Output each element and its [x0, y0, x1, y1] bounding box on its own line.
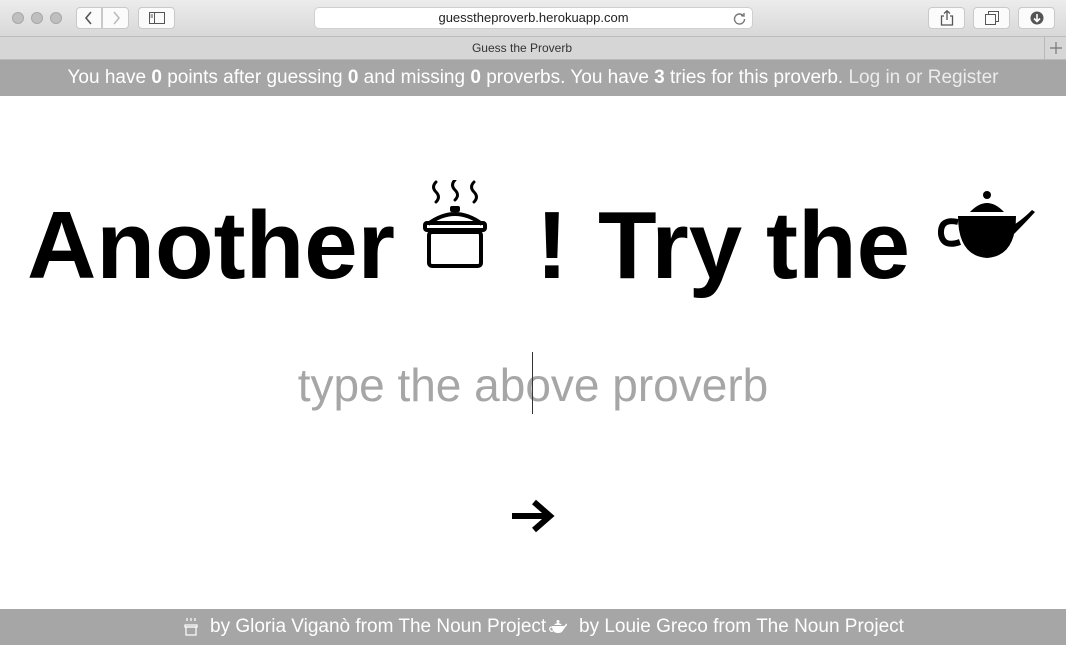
points-count: 0 [151, 67, 162, 88]
rebus-word: Try [598, 192, 743, 299]
tabs-overview-button[interactable] [973, 7, 1010, 29]
rebus-word: ! [536, 192, 568, 299]
or-text: or [905, 67, 923, 88]
teapot-icon [549, 620, 567, 633]
tab-bar: Guess the Proverb [0, 37, 1066, 60]
close-window-button[interactable] [12, 12, 24, 24]
url-text: guesstheproverb.herokuapp.com [438, 10, 629, 25]
minimize-window-button[interactable] [31, 12, 43, 24]
address-bar[interactable]: guesstheproverb.herokuapp.com [314, 7, 753, 29]
rebus-word: Another [27, 192, 395, 299]
missed-count: 0 [470, 67, 481, 88]
status-text: and missing [363, 67, 466, 88]
proverb-rebus: Another ! Try the [0, 170, 1066, 300]
teapot-icon [938, 191, 1035, 258]
register-link[interactable]: Register [928, 67, 999, 88]
footer-credits: by Gloria Viganò from The Noun Project b… [0, 609, 1066, 645]
pot-icon [423, 180, 487, 268]
new-tab-button[interactable] [1044, 37, 1066, 59]
sidebar-button[interactable] [138, 7, 175, 29]
tabs-icon [984, 11, 999, 25]
status-text: points after guessing [167, 67, 343, 88]
pot-icon [184, 618, 198, 636]
back-button[interactable] [76, 7, 102, 29]
reload-icon [733, 13, 746, 25]
sidebar-icon [148, 12, 165, 24]
reload-button[interactable] [733, 11, 746, 31]
tries-count: 3 [654, 67, 665, 88]
submit-guess-button[interactable] [508, 494, 558, 538]
status-text: tries for this proverb. [670, 67, 844, 88]
login-link[interactable]: Log in [848, 67, 900, 88]
download-icon [1030, 11, 1043, 25]
score-status-bar: You have 0 points after guessing 0 and m… [0, 60, 1066, 96]
credit-teapot: by Louie Greco from The Noun Project [549, 609, 904, 645]
status-text: proverbs. You have [486, 67, 649, 88]
rebus-word: the [766, 192, 910, 299]
chevron-left-icon [84, 11, 92, 25]
text-caret [532, 352, 533, 414]
credit-text: by Louie Greco from The Noun Project [579, 616, 904, 637]
plus-icon [1049, 42, 1062, 54]
downloads-button[interactable] [1018, 7, 1055, 29]
zoom-window-button[interactable] [50, 12, 62, 24]
tab-active[interactable]: Guess the Proverb [0, 37, 1044, 59]
proverb-answer-input[interactable] [233, 350, 833, 420]
credit-text: by Gloria Viganò from The Noun Project [210, 616, 547, 637]
browser-toolbar: guesstheproverb.herokuapp.com [0, 0, 1066, 37]
forward-button[interactable] [102, 7, 129, 29]
share-icon [940, 10, 953, 26]
share-button[interactable] [928, 7, 965, 29]
status-text: You have [67, 67, 147, 88]
credit-pot: by Gloria Viganò from The Noun Project [184, 609, 546, 645]
chevron-right-icon [112, 11, 120, 25]
arrow-right-icon [512, 499, 555, 533]
guessed-count: 0 [347, 67, 359, 88]
